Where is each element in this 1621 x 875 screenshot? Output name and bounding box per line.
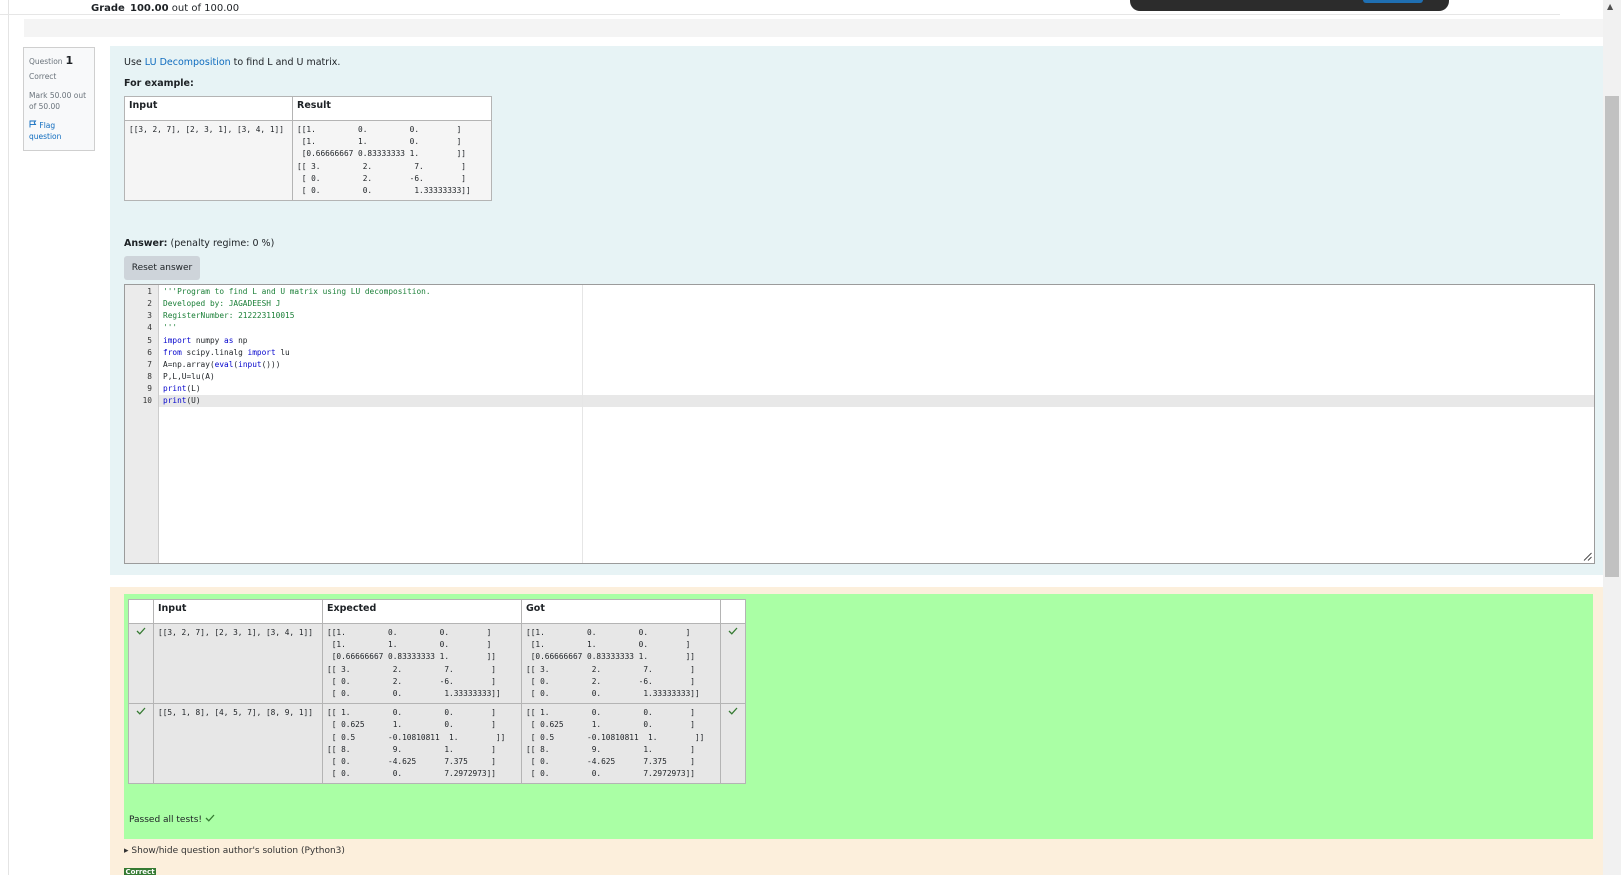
passed-all-tests: Passed all tests!	[129, 814, 215, 825]
reset-answer-button[interactable]: Reset answer	[124, 256, 200, 280]
code-editor[interactable]: 1 2 3 4 5 6 7 8 9 10 '''Program to find …	[124, 284, 1595, 564]
code-line: '''Program to find L and U matrix using …	[163, 287, 431, 296]
flag-question-link[interactable]: Flag question	[29, 120, 89, 142]
line-number: 5	[147, 336, 152, 345]
editor-active-line	[125, 395, 1594, 407]
code-line: A=np.array(eval(input()))	[163, 360, 281, 369]
scrollbar-thumb[interactable]	[1605, 96, 1619, 577]
question-state: Correct	[29, 72, 57, 81]
code-line: import numpy as np	[163, 336, 248, 345]
test-results-table: Input Expected Got [[3, 2, 7], [2, 3, 1]…	[128, 599, 746, 785]
question-text: Use LU Decomposition to find L and U mat…	[124, 57, 340, 68]
line-number: 4	[147, 323, 152, 332]
example-table-header: Input Result	[124, 96, 492, 121]
question-number-value: 1	[65, 54, 74, 67]
code-line: print(U)	[163, 396, 201, 405]
for-example-label: For example:	[124, 78, 194, 89]
editor-resize-handle[interactable]	[1583, 552, 1592, 561]
result-expected-cell: [[ 1. 0. 0. ] [ 0.625 1. 0. ] [ 0.5 -0.1…	[322, 703, 522, 785]
line-number: 6	[147, 348, 152, 357]
code-line: Developed by: JAGADEESH J	[163, 299, 281, 308]
results-table-header: Input Expected Got	[128, 599, 746, 624]
screen-overlay-bar	[1130, 0, 1449, 11]
grade-row	[24, 19, 1604, 37]
line-number: 8	[147, 372, 152, 381]
results-header-input: Input	[153, 599, 323, 624]
line-number: 3	[147, 311, 152, 320]
question-info-box: Question 1 Correct Mark 50.00 out of 50.0…	[23, 47, 95, 151]
results-header-mark	[720, 599, 746, 624]
triangle-right-icon: ▸	[124, 846, 129, 856]
passed-all-tests-label: Passed all tests!	[129, 815, 202, 825]
question-text-pre: Use	[124, 57, 145, 68]
example-input-cell: [[3, 2, 7], [2, 3, 1], [3, 4, 1]]	[124, 119, 293, 202]
code-line: RegisterNumber: 212223110015	[163, 311, 295, 320]
example-result-cell: [[1. 0. 0. ] [1. 1. 0. ] [0.66666667 0.8…	[292, 119, 492, 202]
question-number: Question 1	[29, 54, 73, 67]
scroll-up-arrow-icon[interactable]: ▲	[1607, 2, 1613, 11]
check-icon	[720, 703, 746, 785]
table-row: [[5, 1, 8], [4, 5, 7], [8, 9, 1]] [[ 1. …	[128, 703, 746, 785]
show-hide-solution-link[interactable]: ▸ Show/hide question author's solution (…	[124, 846, 345, 856]
check-icon	[720, 622, 746, 705]
check-icon	[205, 814, 215, 825]
code-line: print(L)	[163, 384, 201, 393]
penalty-regime: (penalty regime: 0 %)	[170, 238, 275, 249]
result-expected-cell: [[1. 0. 0. ] [1. 1. 0. ] [0.66666667 0.8…	[322, 622, 522, 705]
answer-label: Answer: (penalty regime: 0 %)	[124, 238, 274, 249]
grade-score: 100.00	[130, 3, 169, 14]
example-header-input: Input	[124, 96, 293, 121]
editor-print-margin	[582, 285, 583, 563]
line-number: 2	[147, 299, 152, 308]
code-line: from scipy.linalg import lu	[163, 348, 290, 357]
example-table: Input Result [[3, 2, 7], [2, 3, 1], [3, …	[124, 96, 492, 202]
line-number: 10	[142, 396, 152, 405]
results-header-status	[128, 599, 154, 624]
table-row: [[3, 2, 7], [2, 3, 1], [3, 4, 1]] [[1. 0…	[128, 622, 746, 705]
line-number: 7	[147, 360, 152, 369]
example-header-result: Result	[292, 96, 492, 121]
line-number: 1	[147, 287, 152, 296]
result-got-cell: [[ 1. 0. 0. ] [ 0.625 1. 0. ] [ 0.5 -0.1…	[521, 703, 721, 785]
question-number-label: Question	[29, 57, 63, 66]
show-hide-solution-label: Show/hide question author's solution (Py…	[131, 846, 345, 856]
overlay-button[interactable]	[1363, 0, 1423, 3]
question-mark: Mark 50.00 out of 50.00	[29, 91, 87, 111]
code-line: '''	[163, 323, 178, 332]
result-input-cell: [[5, 1, 8], [4, 5, 7], [8, 9, 1]]	[153, 703, 323, 785]
question-text-post: to find L and U matrix.	[230, 57, 341, 68]
correct-badge: Correct	[124, 868, 156, 875]
check-icon	[128, 703, 154, 785]
lu-decomposition-link[interactable]: LU Decomposition	[145, 57, 231, 68]
grade-label: Grade	[91, 3, 125, 14]
page-top-rule	[0, 14, 1560, 15]
grade-suffix: out of 100.00	[168, 3, 240, 14]
check-icon	[128, 622, 154, 705]
line-number: 9	[147, 384, 152, 393]
grade-value: 100.00 out of 100.00	[130, 3, 239, 14]
answer-label-bold: Answer:	[124, 238, 168, 249]
results-header-expected: Expected	[322, 599, 522, 624]
results-header-got: Got	[521, 599, 721, 624]
page-left-rule	[8, 0, 9, 875]
table-row: [[3, 2, 7], [2, 3, 1], [3, 4, 1]] [[1. 0…	[124, 119, 492, 202]
result-input-cell: [[3, 2, 7], [2, 3, 1], [3, 4, 1]]	[153, 622, 323, 705]
code-line: P,L,U=lu(A)	[163, 372, 215, 381]
flag-icon	[29, 120, 37, 130]
result-got-cell: [[1. 0. 0. ] [1. 1. 0. ] [0.66666667 0.8…	[521, 622, 721, 705]
